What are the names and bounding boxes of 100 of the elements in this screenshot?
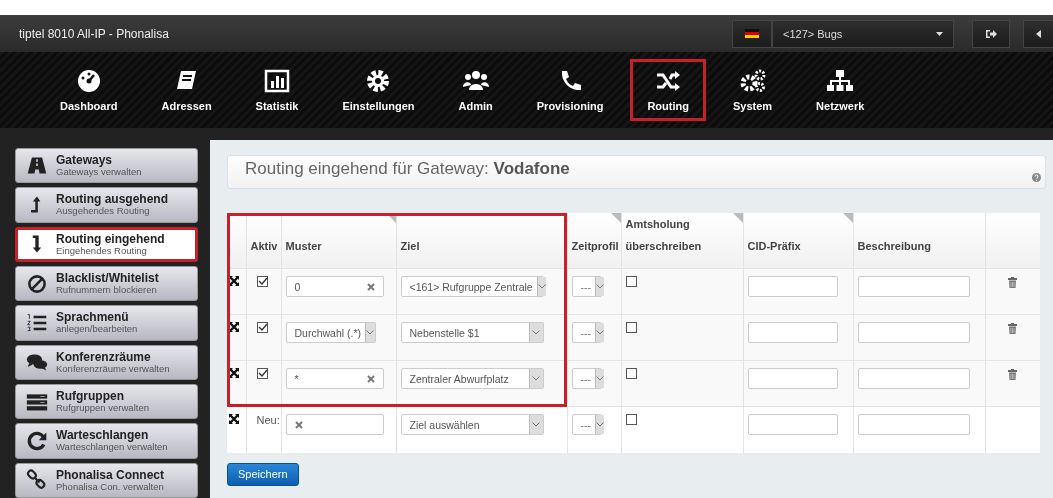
clear-icon [294,420,303,429]
time-profile-select[interactable]: --- [571,322,602,343]
item-subtitle: Ausgehendes Routing [56,206,150,217]
item-title: Sprachmenü [56,311,130,325]
nav-item[interactable]: Admin [441,59,510,121]
triangle-left-icon [1036,29,1041,38]
nav-item[interactable]: Dashboard [43,59,135,121]
checkbox[interactable] [625,322,637,333]
account-select[interactable]: <127> Bugs [772,19,954,48]
nav-item[interactable]: Provisioning [519,59,621,121]
column-header: Zeitprofil [571,240,619,252]
nav-item[interactable]: Netzwerk [799,59,882,121]
cid-prefix-field[interactable] [747,322,838,343]
item-subtitle: Phonalisa Con. verwalten [56,481,165,493]
sidebar-item[interactable]: Routing ausgehend Ausgehendes Routing [15,187,198,223]
checkbox[interactable] [625,368,637,379]
logout-button[interactable] [972,19,1010,48]
caret-icon [537,284,546,289]
nav-item[interactable]: Statistik [238,59,316,121]
caret-icon [596,284,604,289]
target-select[interactable]: <161> Rufgruppe Zentrale [400,276,544,297]
item-subtitle: Warteschlangen verwalten [56,442,168,453]
nav-item[interactable]: Einstellungen [325,59,432,121]
nav-item[interactable]: System [715,59,790,121]
refresh-icon [26,430,48,453]
bar-chart-icon [264,68,290,94]
gear-icon [365,68,392,94]
sidebar-item[interactable]: Konferenzräume Konferenzräume verwalten [15,344,198,381]
gears-icon [739,68,766,94]
column-header: Muster [285,240,322,252]
item-title: Konferenzräume [56,350,152,364]
sidebar-item[interactable]: Rufgruppen Rufgruppen verwalten [15,384,198,420]
cid-prefix-field[interactable] [747,276,838,297]
column-header: Aktiv [250,240,278,252]
logout-icon [985,28,997,39]
pattern-field[interactable]: 0 [285,276,384,297]
collapse-button[interactable] [1023,19,1053,48]
sidebar-item[interactable]: Warteschlangen Warteschlangen verwalten [15,423,198,459]
caret-icon [532,330,540,335]
shuffle-arrows-icon [655,68,682,94]
checkbox[interactable] [625,276,637,287]
pattern-select[interactable]: Durchwahl (.*) [285,322,376,343]
caret-icon [936,31,943,36]
help-icon[interactable] [1032,173,1041,182]
ban-icon [26,272,48,295]
cid-prefix-field[interactable] [747,414,838,435]
move-icon[interactable] [229,368,239,378]
item-title: Phonalisa Connect [56,468,165,482]
column-header: CID-Präfix [747,240,801,252]
time-profile-select[interactable]: --- [571,368,602,389]
description-field[interactable] [857,322,970,343]
nav-item[interactable]: Routing [630,59,706,121]
pattern-field[interactable] [285,414,384,435]
pattern-field[interactable]: * [285,368,384,389]
move-icon[interactable] [229,276,239,286]
item-title: Rufgruppen [56,389,125,404]
checkbox[interactable] [256,322,268,333]
item-title: Routing eingehend [56,232,165,246]
sidebar-item[interactable]: Blacklist/Whitelist Rufnummern blockieren [15,266,198,302]
flag-icon [745,29,759,38]
move-icon[interactable] [229,322,239,332]
caret-icon [596,376,604,381]
checkbox[interactable] [625,414,637,425]
move-icon[interactable] [229,414,239,424]
network-icon [827,68,854,94]
checkbox[interactable] [256,276,268,287]
description-field[interactable] [857,276,970,297]
item-subtitle: Konferenzräume verwalten [56,363,170,375]
column-header: Amtsholung überschreiben [625,218,702,252]
link-icon [26,469,48,492]
item-subtitle: Gateways verwalten [56,167,142,178]
target-select[interactable]: Ziel auswählen [400,414,544,435]
sidebar-item[interactable]: Gateways Gateways verwalten [15,148,198,184]
checkbox[interactable] [256,368,268,379]
sidebar-item[interactable]: Sprachmenü anlegen/bearbeiten [15,305,198,341]
language-button[interactable] [732,19,772,48]
caret-icon [366,330,375,335]
item-title: Routing ausgehend [56,193,168,207]
trash-icon[interactable] [1008,369,1018,380]
clear-icon [366,374,375,383]
item-title: Blacklist/Whitelist [56,271,159,286]
trash-icon[interactable] [1008,277,1018,288]
item-subtitle: Eingehendes Routing [56,245,147,257]
clear-icon [366,282,375,291]
description-field[interactable] [857,414,970,435]
trash-icon[interactable] [1008,323,1018,334]
nav-item[interactable]: Adressen [144,59,229,121]
sidebar-item[interactable]: Phonalisa Connect Phonalisa Con. verwalten [15,462,198,498]
caret-icon [532,376,540,381]
target-select[interactable]: Nebenstelle $1 [400,322,544,343]
column-header: Ziel [400,240,420,252]
time-profile-select[interactable]: --- [571,414,602,435]
sidebar-item[interactable]: Routing eingehend Eingehendes Routing [15,226,198,263]
save-button[interactable]: Speichern [227,462,299,486]
time-profile-select[interactable]: --- [571,276,602,297]
item-subtitle: anlegen/bearbeiten [56,324,138,335]
target-select[interactable]: Zentraler Abwurfplatz [400,368,544,389]
item-title: Gateways [56,153,114,168]
cid-prefix-field[interactable] [747,368,838,389]
description-field[interactable] [857,368,970,389]
